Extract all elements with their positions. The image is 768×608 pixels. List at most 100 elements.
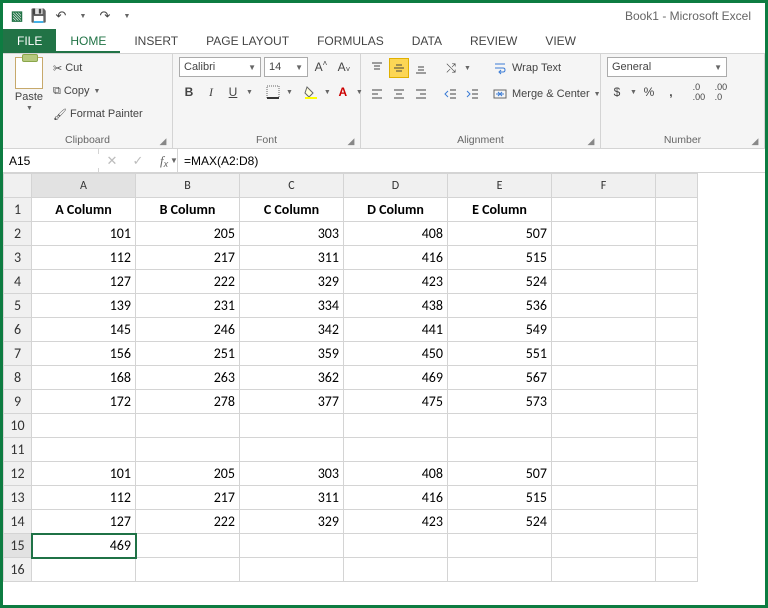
row-header[interactable]: 3 (4, 246, 32, 270)
select-all-corner[interactable] (4, 174, 32, 198)
cell[interactable] (656, 462, 698, 486)
cell[interactable]: 311 (240, 246, 344, 270)
row-header[interactable]: 4 (4, 270, 32, 294)
row-header[interactable]: 14 (4, 510, 32, 534)
tab-home[interactable]: HOME (56, 29, 120, 53)
cell[interactable]: 423 (344, 270, 448, 294)
row-header[interactable]: 7 (4, 342, 32, 366)
increase-font-icon[interactable]: A˄ (311, 57, 331, 77)
cell[interactable] (656, 366, 698, 390)
accept-formula-icon[interactable]: ✓ (125, 153, 151, 169)
undo-menu-icon[interactable]: ▼ (73, 6, 93, 26)
cell[interactable]: B Column (136, 198, 240, 222)
column-header[interactable]: F (552, 174, 656, 198)
row-header[interactable]: 15 (4, 534, 32, 558)
number-format-select[interactable]: General▼ (607, 57, 727, 77)
cell[interactable]: 156 (32, 342, 136, 366)
cell[interactable]: A Column (32, 198, 136, 222)
row-header[interactable]: 10 (4, 414, 32, 438)
cell[interactable]: 359 (240, 342, 344, 366)
cell[interactable] (656, 222, 698, 246)
cell[interactable]: 246 (136, 318, 240, 342)
cell[interactable] (552, 438, 656, 462)
cell[interactable]: 573 (448, 390, 552, 414)
font-dialog-launcher-icon[interactable]: ◢ (345, 135, 357, 147)
cut-button[interactable]: ✂ Cut (53, 57, 143, 79)
spreadsheet-grid[interactable]: ABCDEF1A ColumnB ColumnC ColumnD ColumnE… (3, 173, 698, 582)
currency-button[interactable]: $ (607, 82, 627, 102)
cell[interactable]: 524 (448, 270, 552, 294)
undo-icon[interactable]: ↶ (51, 6, 71, 26)
cell[interactable] (552, 390, 656, 414)
cell[interactable] (448, 534, 552, 558)
cell[interactable]: 408 (344, 462, 448, 486)
cell[interactable] (136, 414, 240, 438)
cell[interactable] (656, 198, 698, 222)
column-header[interactable]: B (136, 174, 240, 198)
align-left-icon[interactable] (367, 84, 387, 104)
save-icon[interactable]: 💾 (29, 6, 49, 26)
cell[interactable]: 112 (32, 486, 136, 510)
cell[interactable] (552, 558, 656, 582)
cell[interactable] (656, 294, 698, 318)
cell[interactable] (656, 318, 698, 342)
cell[interactable]: 263 (136, 366, 240, 390)
comma-button[interactable]: , (661, 82, 681, 102)
row-header[interactable]: 5 (4, 294, 32, 318)
font-name-select[interactable]: Calibri▼ (179, 57, 261, 77)
cell[interactable]: 127 (32, 510, 136, 534)
cell[interactable]: 205 (136, 222, 240, 246)
paste-button[interactable]: Paste ▼ (9, 57, 49, 112)
italic-button[interactable]: I (201, 82, 221, 102)
cell[interactable] (136, 558, 240, 582)
cell[interactable] (656, 414, 698, 438)
decrease-font-icon[interactable]: A˅ (334, 57, 354, 77)
row-header[interactable]: 13 (4, 486, 32, 510)
align-center-icon[interactable] (389, 84, 409, 104)
tab-data[interactable]: DATA (398, 29, 456, 53)
cell[interactable]: 377 (240, 390, 344, 414)
cell[interactable] (552, 270, 656, 294)
formula-input[interactable] (178, 149, 765, 172)
number-dialog-launcher-icon[interactable]: ◢ (749, 135, 761, 147)
cell[interactable] (344, 414, 448, 438)
tab-insert[interactable]: INSERT (120, 29, 192, 53)
cell[interactable]: 423 (344, 510, 448, 534)
column-header[interactable]: E (448, 174, 552, 198)
tab-view[interactable]: VIEW (531, 29, 590, 53)
cell[interactable] (656, 510, 698, 534)
decrease-indent-icon[interactable] (441, 84, 461, 104)
cell[interactable]: 303 (240, 222, 344, 246)
cell[interactable] (656, 486, 698, 510)
cell[interactable] (240, 438, 344, 462)
cell[interactable] (344, 438, 448, 462)
cell[interactable] (552, 366, 656, 390)
row-header[interactable]: 16 (4, 558, 32, 582)
cell[interactable]: 362 (240, 366, 344, 390)
cell[interactable]: 416 (344, 246, 448, 270)
insert-function-icon[interactable]: fx (151, 153, 177, 169)
cell[interactable]: 222 (136, 510, 240, 534)
row-header[interactable]: 8 (4, 366, 32, 390)
cell[interactable]: 416 (344, 486, 448, 510)
cell[interactable]: 217 (136, 246, 240, 270)
cell[interactable] (136, 438, 240, 462)
redo-icon[interactable]: ↷ (95, 6, 115, 26)
cell[interactable]: 222 (136, 270, 240, 294)
cell[interactable] (448, 414, 552, 438)
cell[interactable] (136, 534, 240, 558)
cell[interactable] (656, 270, 698, 294)
cell[interactable]: 101 (32, 462, 136, 486)
cell[interactable] (552, 486, 656, 510)
row-header[interactable]: 1 (4, 198, 32, 222)
tab-file[interactable]: FILE (3, 29, 56, 53)
row-header[interactable]: 9 (4, 390, 32, 414)
font-size-select[interactable]: 14▼ (264, 57, 308, 77)
cell[interactable] (656, 342, 698, 366)
align-bottom-icon[interactable] (411, 58, 431, 78)
row-header[interactable]: 12 (4, 462, 32, 486)
cell[interactable]: 551 (448, 342, 552, 366)
cell[interactable] (656, 390, 698, 414)
cell[interactable] (656, 246, 698, 270)
cell[interactable]: 303 (240, 462, 344, 486)
